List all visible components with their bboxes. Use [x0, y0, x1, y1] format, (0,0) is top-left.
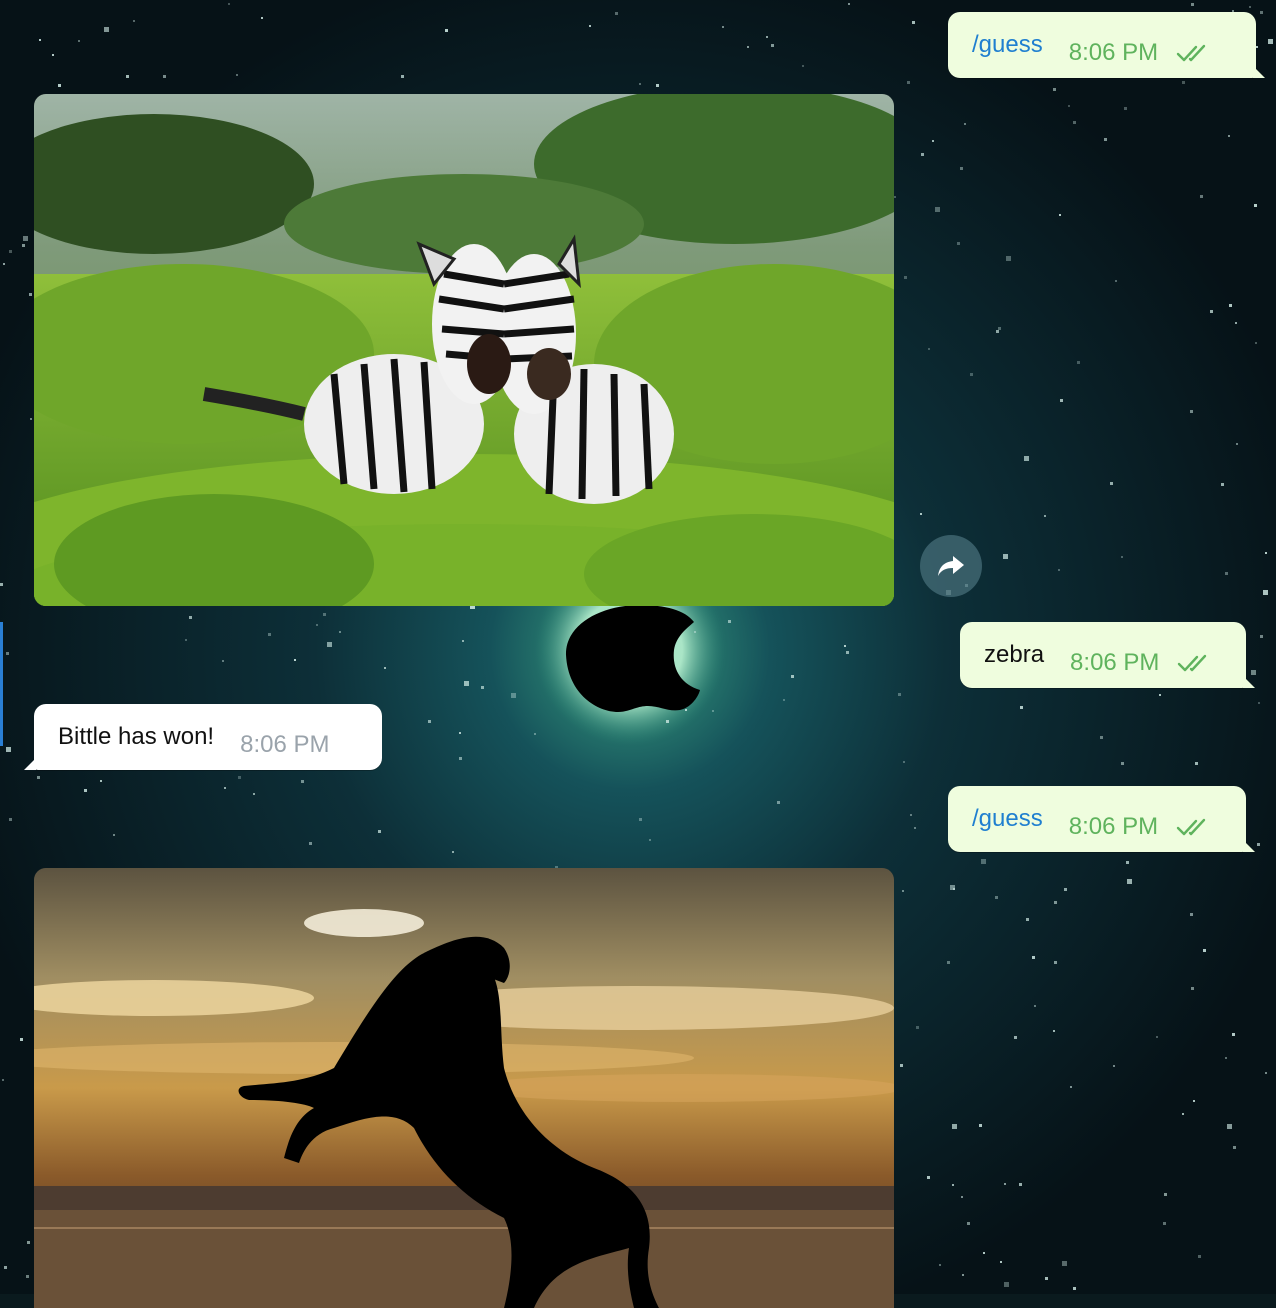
command-link[interactable]: /guess	[972, 31, 1043, 59]
outgoing-message-guess-1[interactable]: /guess 8:06 PM	[948, 12, 1265, 78]
message-time: 8:06 PM	[1068, 39, 1159, 66]
outgoing-message-zebra[interactable]: zebra 8:06 PM	[960, 622, 1255, 688]
outgoing-message-guess-2[interactable]: /guess 8:06 PM	[948, 786, 1255, 852]
double-check-icon	[1176, 818, 1206, 836]
message-time: 8:06 PM	[240, 731, 330, 758]
message-text: zebra	[984, 641, 1045, 668]
left-accent-bar	[0, 622, 3, 746]
zebras-photo[interactable]	[34, 94, 894, 606]
message-time: 8:06 PM	[1070, 649, 1160, 676]
command-link[interactable]: /guess	[972, 805, 1043, 833]
horse-silhouette-photo[interactable]	[34, 868, 894, 1308]
share-icon	[938, 556, 964, 576]
share-button[interactable]	[920, 535, 982, 597]
double-check-icon	[1176, 44, 1206, 62]
message-time: 8:06 PM	[1068, 813, 1159, 840]
message-text: Bittle has won!	[58, 723, 215, 750]
double-check-icon	[1178, 654, 1207, 672]
incoming-message-winner[interactable]: Bittle has won! 8:06 PM	[24, 704, 382, 770]
